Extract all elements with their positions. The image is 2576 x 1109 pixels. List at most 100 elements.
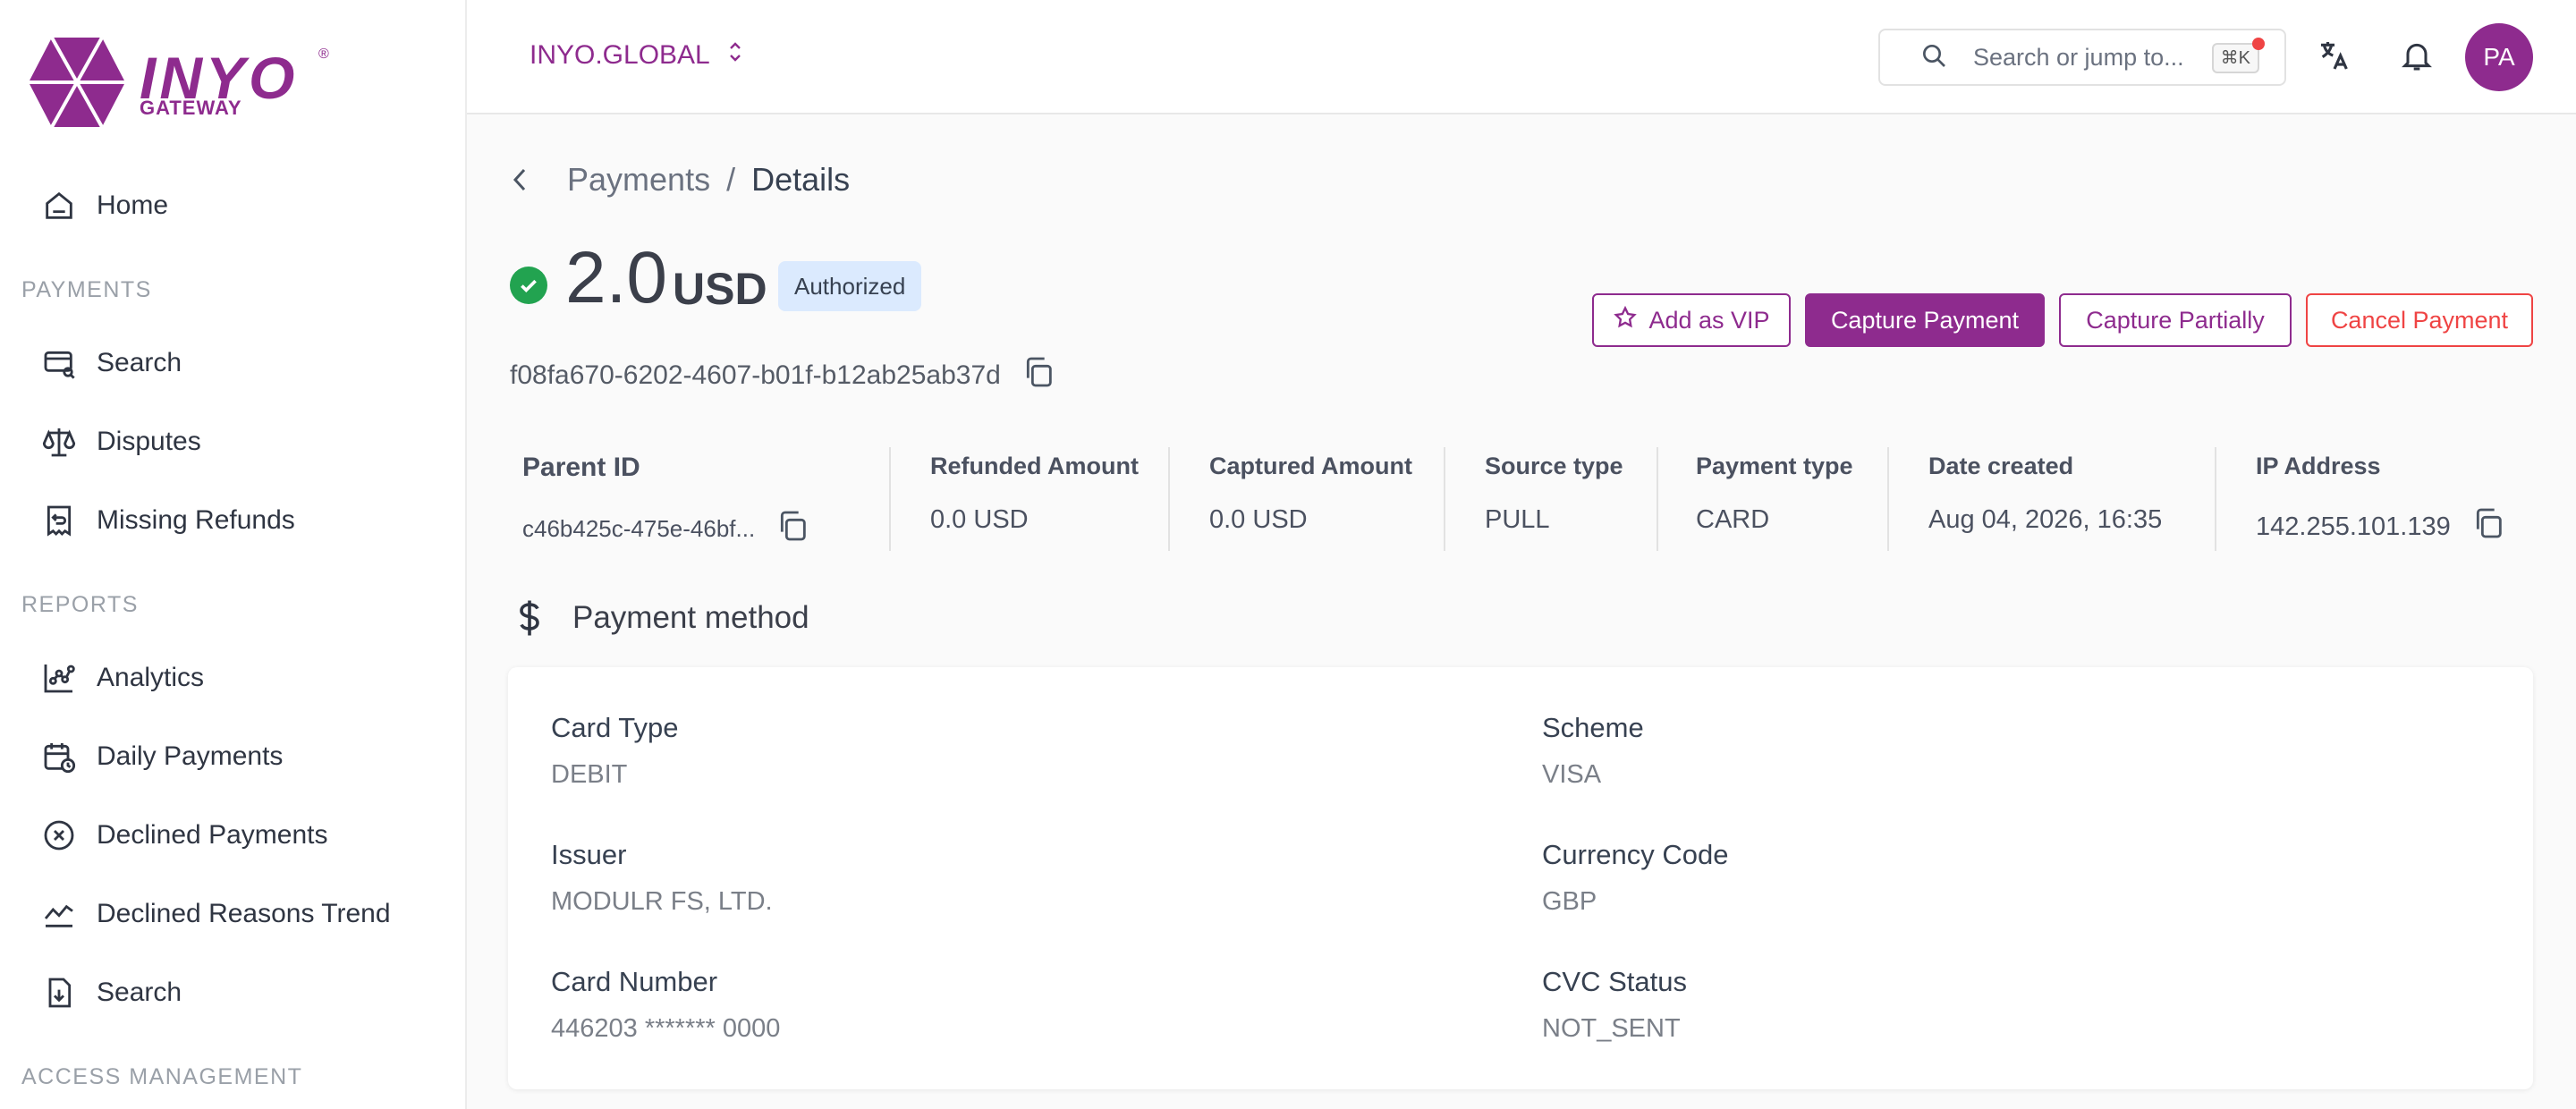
sidebar-item-home[interactable]: Home — [39, 179, 168, 233]
parent-id-value: c46b425c-475e-46bf... — [522, 515, 756, 542]
back-button[interactable] — [510, 165, 540, 195]
meta-label: Refunded Amount — [930, 453, 1139, 479]
payment-method-title: Payment method — [572, 600, 809, 635]
payment-id-value: f08fa670-6202-4607-b01f-b12ab25ab37d — [510, 360, 1001, 390]
receipt-refund-icon — [39, 501, 79, 540]
payment-method-heading: Payment method — [513, 597, 809, 639]
field-value: NOT_SENT — [1542, 1014, 1681, 1043]
payment-id: f08fa670-6202-4607-b01f-b12ab25ab37d — [510, 354, 1056, 397]
authorized-check-icon — [510, 267, 547, 304]
breadcrumb-current: Details — [751, 161, 851, 198]
field-label: Scheme — [1542, 712, 1644, 743]
meta-parent-id: Parent ID c46b425c-475e-46bf... — [522, 444, 810, 554]
copy-parent-id-button[interactable] — [775, 508, 810, 550]
sidebar-item-declined-reasons-trend[interactable]: Declined Reasons Trend — [39, 887, 391, 941]
brand-logo[interactable]: INYO ® GATEWAY — [27, 32, 349, 131]
sidebar-item-label: Search — [97, 348, 182, 377]
status-badge: Authorized — [778, 261, 922, 311]
add-as-vip-label: Add as VIP — [1648, 306, 1770, 334]
sidebar-item-label: Disputes — [97, 427, 201, 456]
user-avatar[interactable]: PA — [2465, 23, 2533, 91]
notifications-button[interactable] — [2395, 36, 2438, 79]
ip-address-value: 142.255.101.139 — [2256, 512, 2451, 541]
meta-divider — [1168, 447, 1170, 551]
copy-icon — [2476, 508, 2502, 538]
translate-button[interactable] — [2313, 36, 2356, 79]
sidebar-item-analytics[interactable]: Analytics — [39, 651, 204, 705]
sidebar-item-label: Search — [97, 978, 182, 1007]
meta-divider — [2215, 447, 2216, 551]
payment-amount: 2.0 — [565, 237, 667, 318]
meta-source-type: Source type PULL — [1485, 444, 1623, 554]
sidebar-item-disputes[interactable]: Disputes — [39, 415, 201, 469]
bell-icon — [2399, 38, 2435, 78]
sidebar-section-access-management: ACCESS MANAGEMENT — [21, 1064, 303, 1089]
meta-value: 142.255.101.139 — [2256, 505, 2506, 548]
copy-payment-id-button[interactable] — [1021, 354, 1056, 397]
chevron-left-icon — [513, 168, 526, 191]
global-search[interactable]: Search or jump to... ⌘K — [1878, 29, 2286, 86]
payment-currency: USD — [673, 264, 767, 314]
dollar-icon — [513, 597, 546, 639]
field-card-type: Card Type DEBIT — [551, 712, 678, 790]
search-placeholder: Search or jump to... — [1973, 43, 2184, 71]
capture-payment-button[interactable]: Capture Payment — [1805, 293, 2045, 347]
meta-value: PULL — [1485, 505, 1550, 534]
meta-date-created: Date created Aug 04, 2026, 16:35 — [1928, 444, 2162, 554]
capture-partially-button[interactable]: Capture Partially — [2059, 293, 2292, 347]
sidebar-item-label: Analytics — [97, 663, 205, 692]
sidebar-item-payments-search[interactable]: Search — [39, 336, 182, 390]
sidebar-item-missing-refunds[interactable]: Missing Refunds — [39, 494, 295, 547]
field-cvc-status: CVC Status NOT_SENT — [1542, 966, 1687, 1044]
field-label: Issuer — [551, 839, 627, 870]
meta-value: CARD — [1696, 505, 1770, 534]
copy-ip-address-button[interactable] — [2470, 505, 2506, 548]
field-label: Currency Code — [1542, 839, 1729, 870]
meta-value: 0.0 USD — [930, 505, 1029, 534]
breadcrumb-separator: / — [726, 161, 736, 198]
meta-label: Payment type — [1696, 453, 1853, 479]
meta-divider — [1657, 447, 1658, 551]
meta-value: c46b425c-475e-46bf... — [522, 508, 810, 550]
cancel-payment-button[interactable]: Cancel Payment — [2306, 293, 2533, 347]
trend-line-icon — [39, 894, 79, 934]
meta-value: Aug 04, 2026, 16:35 — [1928, 505, 2163, 534]
sidebar-item-reports-search[interactable]: Search — [39, 966, 182, 1020]
field-scheme: Scheme VISA — [1542, 712, 1644, 790]
sidebar-section-payments: PAYMENTS — [21, 277, 152, 302]
field-value: 446203 ******* 0000 — [551, 1014, 781, 1043]
sidebar-item-daily-payments[interactable]: Daily Payments — [39, 730, 283, 783]
sidebar-item-label: Home — [97, 190, 169, 220]
meta-refunded-amount: Refunded Amount 0.0 USD — [930, 444, 1139, 554]
topbar: INYO.GLOBAL Search or jump to... ⌘K PA — [467, 0, 2576, 114]
sidebar-item-label: Declined Payments — [97, 820, 328, 850]
breadcrumb-payments-link[interactable]: Payments — [567, 161, 710, 199]
star-icon — [1613, 305, 1638, 336]
field-value: VISA — [1542, 760, 1602, 789]
translate-icon — [2317, 38, 2352, 78]
sidebar: INYO ® GATEWAY Home PAYMENTS Search Disp… — [0, 0, 467, 1109]
circle-x-icon — [39, 816, 79, 855]
add-as-vip-button[interactable]: Add as VIP — [1592, 293, 1791, 347]
field-label: Card Number — [551, 966, 718, 997]
payment-method-card: Card Type DEBIT Scheme VISA Issuer MODUL… — [508, 667, 2533, 1089]
home-icon — [39, 186, 79, 225]
sidebar-item-label: Declined Reasons Trend — [97, 899, 391, 928]
sidebar-item-label: Missing Refunds — [97, 505, 295, 535]
org-switcher[interactable]: INYO.GLOBAL — [530, 39, 746, 72]
field-label: CVC Status — [1542, 966, 1687, 997]
meta-divider — [1444, 447, 1445, 551]
meta-label: IP Address — [2256, 453, 2381, 479]
meta-payment-type: Payment type CARD — [1696, 444, 1853, 554]
org-name: INYO.GLOBAL — [530, 40, 710, 70]
field-card-number: Card Number 446203 ******* 0000 — [551, 966, 780, 1044]
sidebar-item-declined-payments[interactable]: Declined Payments — [39, 808, 327, 862]
notification-dot — [2252, 38, 2265, 50]
field-value: MODULR FS, LTD. — [551, 887, 773, 916]
meta-value: 0.0 USD — [1209, 505, 1308, 534]
field-label: Card Type — [551, 712, 679, 743]
hexagon-logo-icon — [29, 37, 125, 128]
field-currency-code: Currency Code GBP — [1542, 839, 1728, 917]
analytics-icon — [39, 658, 79, 698]
search-shortcut: ⌘K — [2211, 43, 2259, 73]
